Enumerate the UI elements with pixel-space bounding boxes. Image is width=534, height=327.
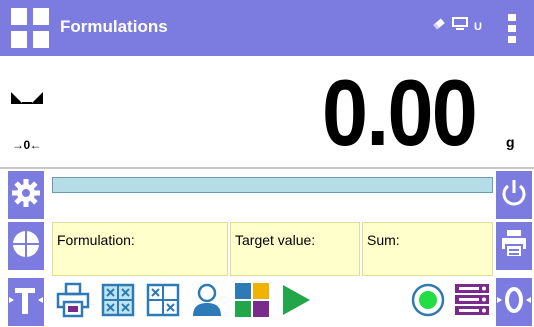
start-icon [280, 283, 312, 322]
display-icon [452, 17, 468, 36]
tare-icon [9, 285, 43, 320]
formulation-field: Formulation: [52, 222, 228, 276]
zero-indicator: →0← [12, 138, 42, 152]
user-icon [190, 282, 224, 323]
display-divider [0, 167, 534, 169]
power-icon [500, 178, 528, 213]
settings-button[interactable] [8, 171, 44, 219]
target-value-field: Target value: [230, 222, 360, 276]
formula-grid-icon [101, 283, 135, 322]
usb-indicator: U [474, 20, 482, 33]
formulation-label: Formulation: [57, 232, 135, 248]
formula-grid-button[interactable] [99, 283, 137, 321]
start-button[interactable] [277, 283, 315, 321]
mass-unit: g [506, 134, 515, 150]
formula-grid-icon-2 [146, 283, 180, 322]
pie-quarters-icon [11, 229, 41, 264]
settings-gear-icon [11, 178, 41, 213]
print-record-button[interactable] [54, 282, 92, 323]
weighing-display: →0← 0.00 g [0, 56, 534, 168]
status-icons: U [432, 17, 482, 36]
more-vert-icon[interactable] [508, 14, 516, 44]
record-icon [411, 283, 445, 322]
formula-grid-button-2[interactable] [144, 283, 182, 321]
print-icon [500, 228, 528, 265]
record-button[interactable] [409, 283, 447, 321]
databases-icon [234, 282, 270, 323]
progress-bar [52, 177, 493, 193]
print-record-icon [55, 282, 91, 323]
server-icon [454, 282, 490, 323]
pie-button[interactable] [8, 222, 44, 270]
zeroing-button[interactable] [496, 278, 532, 326]
power-button[interactable] [496, 171, 532, 219]
user-button[interactable] [188, 283, 226, 321]
mass-value: 0.00 [322, 60, 478, 165]
tare-button[interactable] [8, 278, 44, 326]
eraser-icon [432, 17, 446, 36]
stability-icon [11, 91, 43, 109]
databases-button[interactable] [233, 282, 271, 323]
menu-grid-icon[interactable] [11, 8, 49, 48]
top-bar: Formulations U [0, 0, 534, 56]
sum-field: Sum: [362, 222, 493, 276]
page-title: Formulations [60, 17, 168, 36]
target-value-label: Target value: [235, 232, 316, 248]
zeroing-icon [497, 285, 531, 320]
print-button[interactable] [496, 222, 532, 270]
sum-label: Sum: [367, 232, 400, 248]
server-button[interactable] [453, 283, 491, 321]
